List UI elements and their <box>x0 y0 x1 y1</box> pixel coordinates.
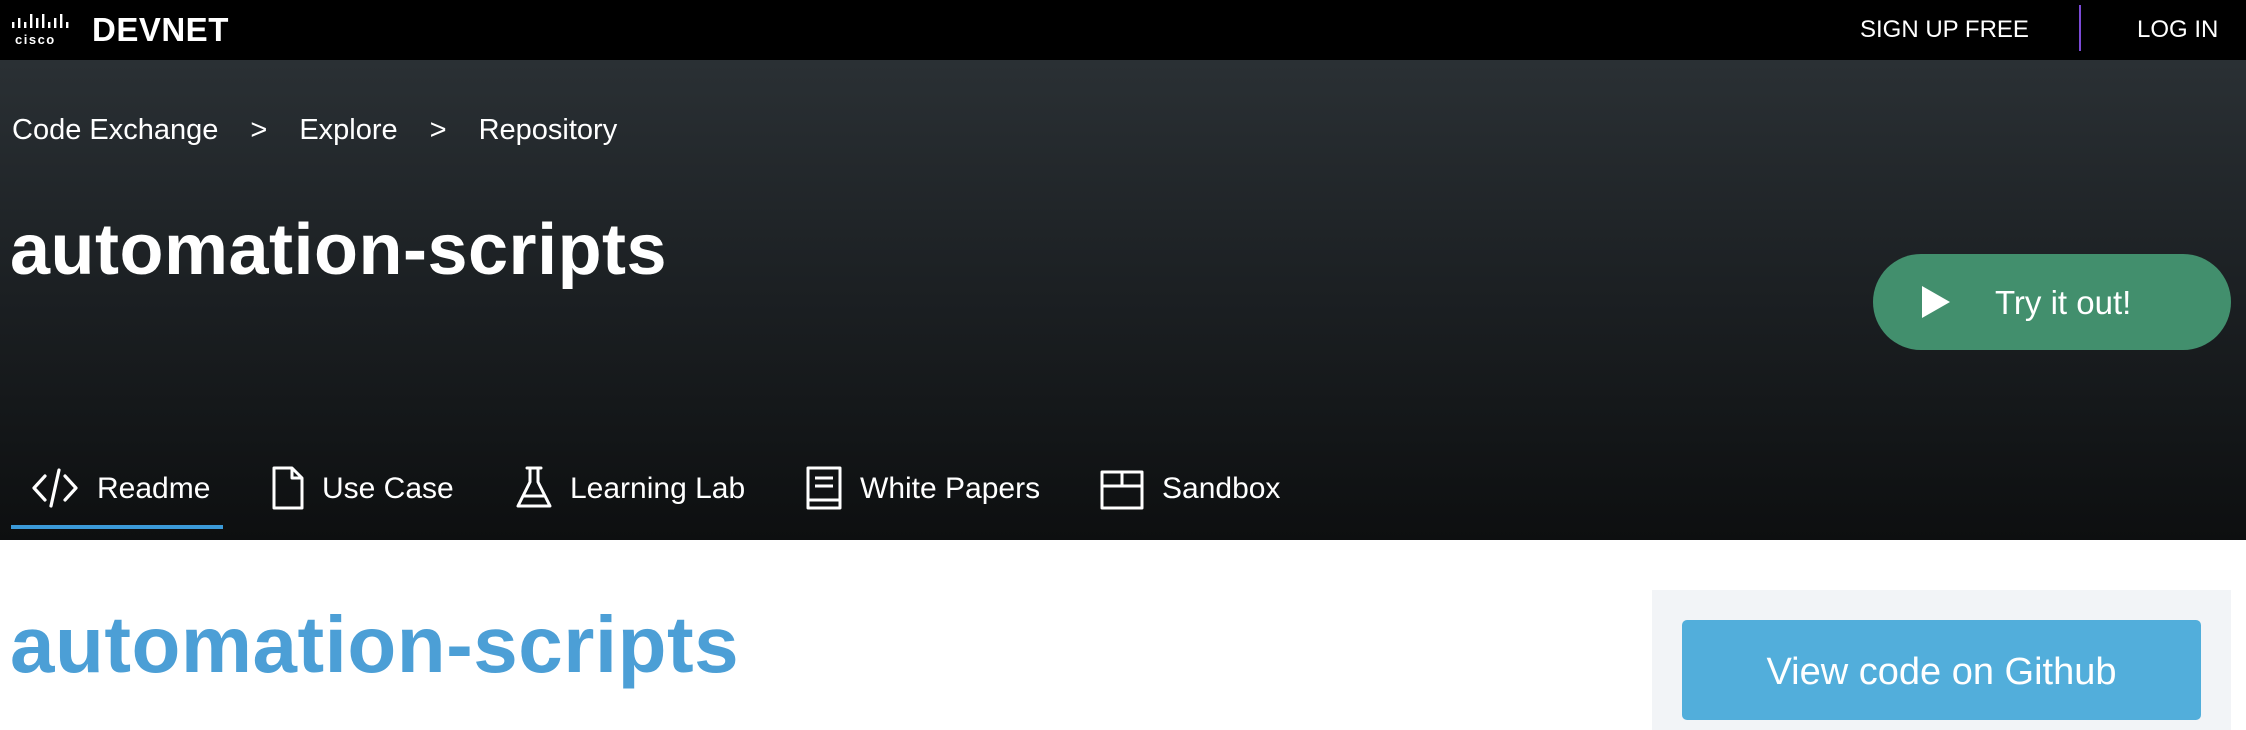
breadcrumb: Code Exchange > Explore > Repository <box>12 113 617 147</box>
view-on-github-label: View code on Github <box>1766 651 2117 693</box>
tab-sandbox-label: Sandbox <box>1162 472 1281 505</box>
view-on-github-button[interactable]: View code on Github <box>1682 620 2201 720</box>
cisco-wordmark: cisco <box>15 32 56 47</box>
repo-tabs: Readme Use Case Learning Lab White Paper… <box>0 440 1400 540</box>
try-it-out-button[interactable]: Try it out! <box>1873 254 2231 350</box>
tab-use-case[interactable]: Use Case <box>262 440 462 540</box>
box-icon <box>1100 470 1144 510</box>
breadcrumb-code-exchange[interactable]: Code Exchange <box>12 113 218 147</box>
tab-readme[interactable]: Readme <box>11 440 223 540</box>
tab-sandbox[interactable]: Sandbox <box>1098 440 1298 540</box>
play-icon <box>1922 286 1950 318</box>
top-navbar: cisco DEVNET SIGN UP FREE LOG IN <box>0 0 2246 60</box>
try-it-out-label: Try it out! <box>1995 284 2132 321</box>
readme-title: automation-scripts <box>10 600 740 689</box>
tab-learning-lab[interactable]: Learning Lab <box>510 440 750 540</box>
cisco-bars-icon <box>12 14 69 28</box>
breadcrumb-separator: > <box>429 114 447 146</box>
nav-divider <box>2079 5 2081 51</box>
page-title: automation-scripts <box>10 210 668 290</box>
signup-link[interactable]: SIGN UP FREE <box>1860 16 2029 44</box>
active-tab-indicator <box>11 525 223 529</box>
tab-learning-lab-label: Learning Lab <box>570 472 746 505</box>
breadcrumb-explore[interactable]: Explore <box>299 113 397 147</box>
breadcrumb-separator: > <box>250 114 268 146</box>
book-icon <box>806 466 842 510</box>
document-icon <box>272 466 304 510</box>
tab-white-papers-label: White Papers <box>860 472 1041 505</box>
devnet-brand[interactable]: DEVNET <box>92 12 229 48</box>
breadcrumb-repository[interactable]: Repository <box>479 113 618 147</box>
cisco-logo[interactable]: cisco <box>11 12 73 47</box>
repo-hero: Code Exchange > Explore > Repository aut… <box>0 60 2246 540</box>
login-link[interactable]: LOG IN <box>2137 16 2218 44</box>
tab-use-case-label: Use Case <box>322 472 454 505</box>
tab-readme-label: Readme <box>97 472 211 505</box>
code-icon <box>32 468 78 508</box>
flask-icon <box>516 466 552 508</box>
tab-white-papers[interactable]: White Papers <box>800 440 1040 540</box>
